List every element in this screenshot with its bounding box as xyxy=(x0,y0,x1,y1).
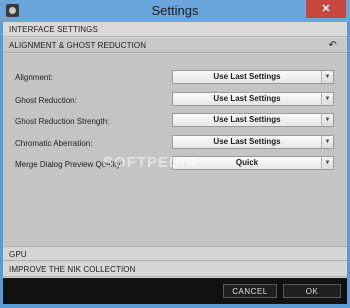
alignment-panel: Alignment: Use Last Settings ▼ Ghost Red… xyxy=(3,54,347,246)
ghost-reduction-dropdown[interactable]: Use Last Settings ▼ xyxy=(172,92,334,106)
alignment-value: Use Last Settings xyxy=(213,72,281,81)
chevron-down-icon: ▼ xyxy=(321,71,333,83)
alignment-label: Alignment: xyxy=(15,73,53,82)
section-gpu[interactable]: GPU xyxy=(3,246,347,261)
chromatic-aberration-value: Use Last Settings xyxy=(213,137,281,146)
ghost-reduction-strength-value: Use Last Settings xyxy=(213,115,281,124)
title-bar[interactable]: Settings ✕ xyxy=(0,0,350,22)
ghost-reduction-strength-label: Ghost Reduction Strength: xyxy=(15,117,110,126)
section-alignment-ghost-reduction[interactable]: ALIGNMENT & GHOST REDUCTION ↶ xyxy=(3,38,347,53)
ok-button[interactable]: OK xyxy=(283,284,341,298)
close-button[interactable]: ✕ xyxy=(306,0,346,18)
ghost-reduction-strength-dropdown[interactable]: Use Last Settings ▼ xyxy=(172,113,334,127)
window-title: Settings xyxy=(151,3,199,18)
chevron-down-icon: ▼ xyxy=(321,114,333,126)
watermark: SOFTPEDIA xyxy=(103,154,198,171)
ghost-reduction-value: Use Last Settings xyxy=(213,94,281,103)
section-alignment-label: ALIGNMENT & GHOST REDUCTION xyxy=(9,41,147,50)
back-arrow-icon[interactable]: ↶ xyxy=(329,38,337,53)
section-improve-nik-collection[interactable]: IMPROVE THE NIK COLLECTION xyxy=(3,262,347,277)
settings-content: INTERFACE SETTINGS ALIGNMENT & GHOST RED… xyxy=(3,22,347,304)
alignment-dropdown[interactable]: Use Last Settings ▼ xyxy=(172,70,334,84)
cancel-button[interactable]: CANCEL xyxy=(223,284,277,298)
chromatic-aberration-dropdown[interactable]: Use Last Settings ▼ xyxy=(172,135,334,149)
chevron-down-icon: ▼ xyxy=(321,136,333,148)
ghost-reduction-label: Ghost Reduction: xyxy=(15,96,77,105)
dialog-footer: CANCEL OK xyxy=(3,278,347,304)
chevron-down-icon: ▼ xyxy=(321,93,333,105)
chevron-down-icon: ▼ xyxy=(321,157,333,169)
section-interface-settings[interactable]: INTERFACE SETTINGS xyxy=(3,22,347,37)
chromatic-aberration-label: Chromatic Aberration: xyxy=(15,139,93,148)
settings-window: Settings ✕ INTERFACE SETTINGS ALIGNMENT … xyxy=(0,0,350,308)
